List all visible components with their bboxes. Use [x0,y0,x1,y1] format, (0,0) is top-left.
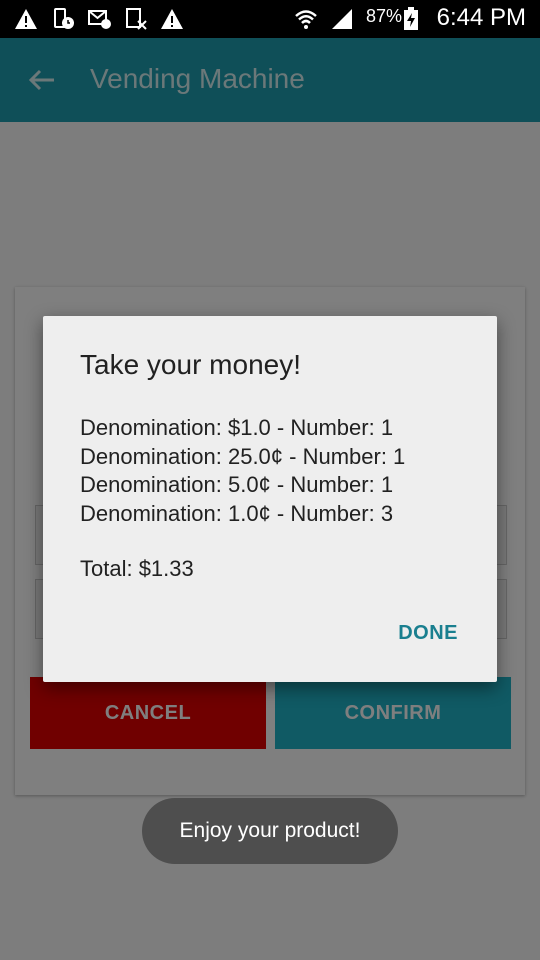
warning-icon [15,9,37,29]
warning-icon [161,9,183,29]
total-text: Total: $1.33 [80,556,194,581]
denomination-line: Denomination: 25.0¢ - Number: 1 [80,443,406,469]
signal-icon [332,9,352,29]
battery-charging-icon [404,7,418,30]
battery-percent: 87% [366,6,403,26]
status-bar: 87% 6:44 PM [0,0,540,38]
done-button[interactable]: DONE [398,622,458,645]
email-sync-icon [88,10,111,29]
clock: 6:44 PM [436,4,526,31]
dialog-title: Take your money! [80,349,301,380]
denomination-list: Denomination: $1.0 - Number: 1 Denominat… [80,414,405,528]
denomination-line: Denomination: $1.0 - Number: 1 [80,415,394,440]
change-dialog: Take your money! Denomination: $1.0 - Nu… [43,316,497,682]
data-blocked-icon [126,8,147,30]
toast-message: Enjoy your product! [142,798,398,864]
phone-clock-icon [54,8,74,29]
wifi-icon [295,10,317,29]
denomination-line: Denomination: 5.0¢ - Number: 1 [80,472,394,497]
denomination-line: Denomination: 1.0¢ - Number: 3 [80,500,394,526]
